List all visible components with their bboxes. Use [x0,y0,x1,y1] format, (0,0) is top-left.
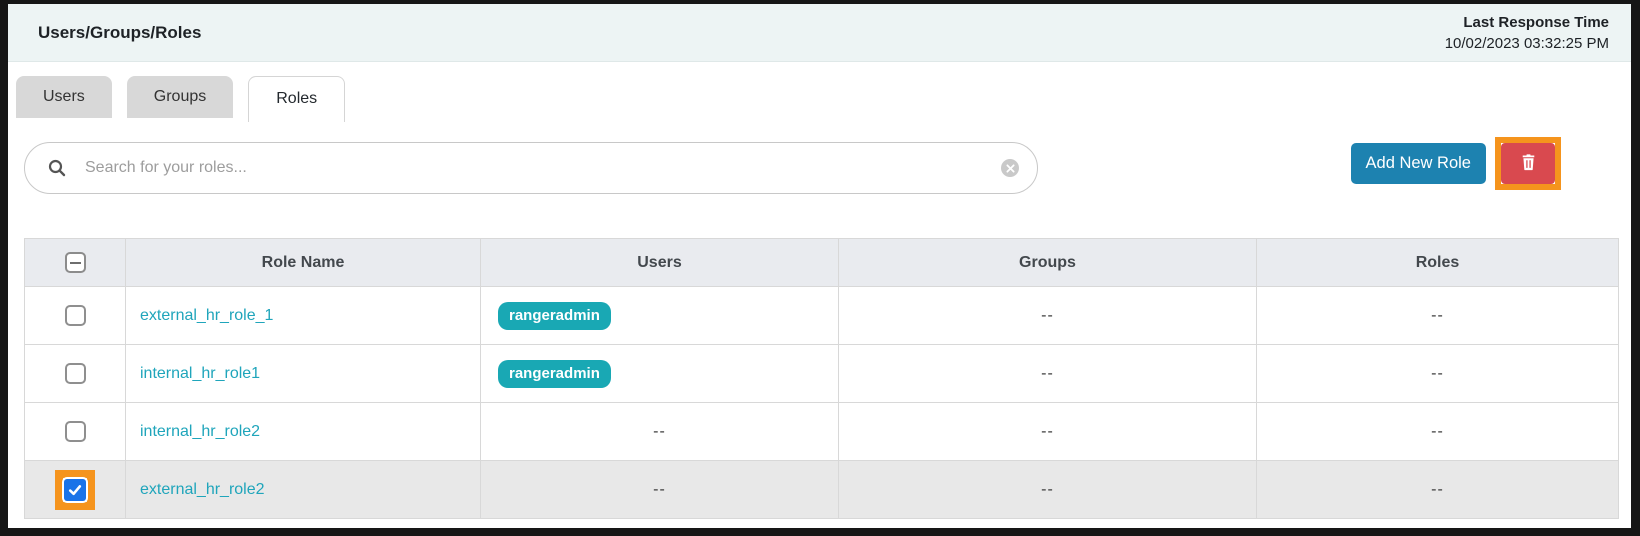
roles-empty-value: -- [1431,307,1444,324]
users-empty-value: -- [653,423,666,440]
search-icon [47,158,67,178]
role-name-link[interactable]: internal_hr_role1 [140,365,260,382]
row-checkbox[interactable] [65,363,86,384]
user-badge: rangeradmin [498,302,611,330]
groups-empty-value: -- [1041,481,1054,498]
tab-roles[interactable]: Roles [248,76,345,122]
groups-empty-value: -- [1041,307,1054,324]
users-empty-value: -- [653,481,666,498]
table-header-row: Role Name Users Groups Roles [25,239,1619,287]
search-input[interactable] [83,158,1001,178]
role-name-link[interactable]: external_hr_role2 [140,481,265,498]
table-row: internal_hr_role1 rangeradmin -- -- [25,345,1619,403]
add-new-role-button[interactable]: Add New Role [1351,143,1486,184]
roles-empty-value: -- [1431,365,1444,382]
annotation-highlight-checkbox [55,470,95,510]
column-header-users: Users [481,239,839,287]
column-header-role-name: Role Name [126,239,481,287]
clear-search-icon[interactable] [1001,159,1019,177]
roles-table-body: external_hr_role_1rangeradmin----interna… [25,287,1619,519]
groups-empty-value: -- [1041,423,1054,440]
column-header-groups: Groups [839,239,1257,287]
select-all-checkbox[interactable] [65,252,86,273]
trash-icon [1519,153,1538,175]
role-name-link[interactable]: internal_hr_role2 [140,423,260,440]
groups-empty-value: -- [1041,365,1054,382]
search-box[interactable] [24,142,1038,194]
annotation-highlight-delete [1495,137,1561,190]
user-badge: rangeradmin [498,360,611,388]
column-header-roles: Roles [1257,239,1619,287]
roles-table: Role Name Users Groups Roles external_hr… [24,238,1619,519]
delete-role-button[interactable] [1501,143,1555,184]
roles-empty-value: -- [1431,481,1444,498]
roles-empty-value: -- [1431,423,1444,440]
toolbar: Add New Role [8,142,1631,194]
page-title: Users/Groups/Roles [38,23,201,43]
row-checkbox[interactable] [65,421,86,442]
table-row: internal_hr_role2 -- -- -- [25,403,1619,461]
table-row: external_hr_role_1 rangeradmin -- -- [25,287,1619,345]
row-checkbox[interactable] [64,479,86,501]
row-checkbox[interactable] [65,305,86,326]
tab-groups[interactable]: Groups [127,76,233,118]
page-header: Users/Groups/Roles Last Response Time 10… [8,4,1631,62]
tab-users[interactable]: Users [16,76,112,118]
last-response-time: Last Response Time 10/02/2023 03:32:25 P… [1445,12,1609,54]
last-response-label: Last Response Time [1445,12,1609,33]
table-row: external_hr_role2 -- -- -- [25,461,1619,519]
role-name-link[interactable]: external_hr_role_1 [140,307,273,324]
tab-bar: Users Groups Roles [16,76,1631,122]
last-response-value: 10/02/2023 03:32:25 PM [1445,33,1609,54]
